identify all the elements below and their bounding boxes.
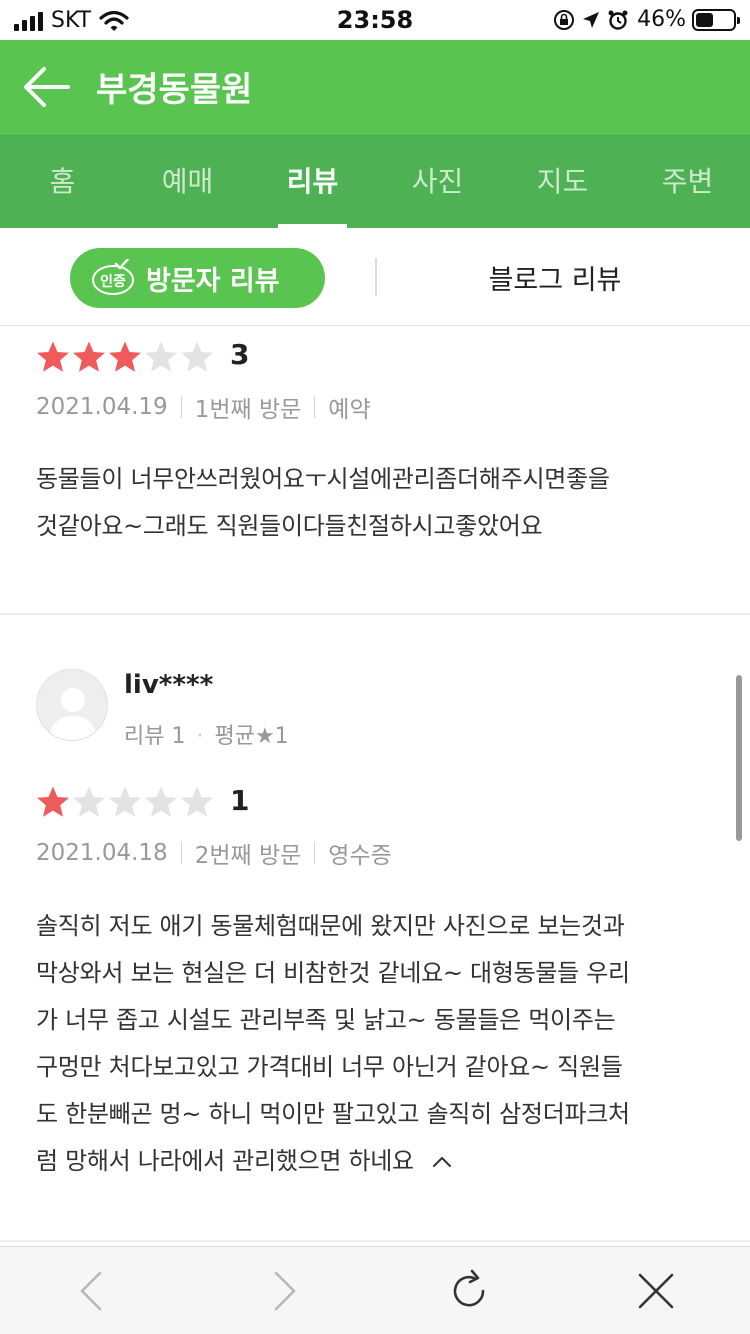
battery-icon [692,8,740,31]
star-filled-icon [37,786,69,817]
visit-count: 1번째 방문 [194,397,302,423]
review-tag: 영수증 [328,843,392,869]
rating-number: 1 [230,784,250,817]
user-name[interactable]: liv**** [124,670,213,700]
reload-icon [453,1269,485,1307]
location-icon [583,11,600,28]
review-text-line: 럼 망해서 나라에서 관리했으면 하네요 [36,1147,414,1175]
star-rating [36,340,214,374]
page-title: 부경동물원 [96,70,253,110]
alarm-icon [608,10,628,30]
battery-percent: 46% [637,7,686,32]
tab-reviews[interactable]: 리뷰 [250,135,375,228]
back-nav-button[interactable] [68,1267,116,1315]
review-date: 2021.04.19 [36,394,168,420]
back-icon [80,1271,102,1311]
scrollbar[interactable] [736,675,742,841]
user-average-rating: 평균★1 [214,724,289,749]
badge-text: 인증 [100,273,126,290]
review-divider [0,1240,750,1242]
switcher-divider [375,258,377,296]
rating-number: 3 [230,338,250,371]
back-button[interactable] [22,64,74,110]
header-bar: 부경동물원 [0,40,750,135]
review-meta: 2021.04.18 2번째 방문 영수증 [36,836,392,870]
star-empty-icon [145,786,177,817]
visitor-review-button[interactable]: 인증 방문자 리뷰 [70,248,325,308]
star-empty-icon [145,341,177,372]
user-avatar-icon [49,688,97,740]
blog-review-button[interactable]: 블로그 리뷰 [430,258,680,297]
user-stats: 리뷰 1 · 평균★1 [124,724,289,749]
browser-toolbar [0,1246,750,1334]
review-tag: 예약 [328,397,371,423]
review-text-line: 가 너무 좁고 시설도 관리부족 및 낡고~ 동물들은 먹이주는 [36,1006,616,1034]
user-review-count: 리뷰 1 [124,724,186,749]
reload-button[interactable] [445,1267,493,1315]
tab-nearby[interactable]: 주변 [625,135,750,228]
close-button[interactable] [632,1267,680,1315]
tab-map[interactable]: 지도 [500,135,625,228]
review-text-line: 구멍만 처다보고있고 가격대비 너무 아닌거 같아요~ 직원들 [36,1053,623,1081]
review-text: 동물들이 너무안쓰러웠어요ㅜ시설에관리좀더해주시면좋을 것같아요~그래도 직원들… [36,456,726,550]
star-empty-icon [73,786,105,817]
review-item-2: liv**** 리뷰 1 · 평균★1 1 2021.04.18 2번째 방문 … [0,615,750,1240]
visit-count: 2번째 방문 [194,843,302,869]
tab-bar: 홈 예매 리뷰 사진 지도 주변 [0,135,750,228]
review-text-last-row: 럼 망해서 나라에서 관리했으면 하네요 [36,1138,726,1185]
star-filled-icon [73,341,105,372]
review-date: 2021.04.18 [36,840,168,866]
star-empty-icon [181,341,213,372]
chevron-up-icon[interactable] [431,1151,453,1173]
status-right: 46% [553,7,740,32]
review-text: 솔직히 저도 애기 동물체험때문에 왔지만 사진으로 보는것과 막상와서 보는 … [36,903,726,1185]
review-meta: 2021.04.19 1번째 방문 예약 [36,390,371,424]
tab-booking[interactable]: 예매 [125,135,250,228]
status-bar: SKT 23:58 46% [0,0,750,40]
forward-icon [274,1271,296,1311]
tab-home[interactable]: 홈 [0,135,125,228]
avatar[interactable] [36,669,108,741]
orientation-lock-icon [554,9,575,30]
star-filled-icon [109,341,141,372]
review-text-line: 동물들이 너무안쓰러웠어요ㅜ시설에관리좀더해주시면좋을 [36,465,610,493]
tab-photos[interactable]: 사진 [375,135,500,228]
review-text-line: 도 한분빼곤 멍~ 하니 먹이만 팔고있고 솔직히 삼정더파크처 [36,1100,630,1128]
star-rating [36,785,214,819]
star-empty-icon [109,786,141,817]
review-item-1: 3 2021.04.19 1번째 방문 예약 동물들이 너무안쓰러웠어요ㅜ시설에… [0,326,750,614]
visitor-review-label: 방문자 리뷰 [146,265,280,297]
review-text-line: 막상와서 보는 현실은 더 비참한것 같네요~ 대형동물들 우리 [36,959,630,987]
star-empty-icon [181,786,213,817]
close-icon [638,1273,674,1309]
review-text-line: 것같아요~그래도 직원들이다들친절하시고좋았어요 [36,512,543,540]
star-filled-icon [37,341,69,372]
review-type-switcher: 인증 방문자 리뷰 블로그 리뷰 [0,228,750,326]
forward-nav-button[interactable] [260,1267,308,1315]
verified-badge-icon: 인증 [90,257,136,297]
review-text-line: 솔직히 저도 애기 동물체험때문에 왔지만 사진으로 보는것과 [36,912,625,940]
arrow-left-icon [24,67,70,107]
